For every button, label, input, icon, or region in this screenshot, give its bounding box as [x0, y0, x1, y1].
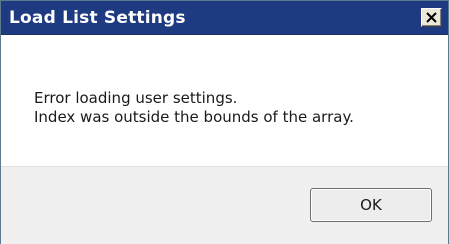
dialog-window: Load List Settings Error loading user se…: [0, 0, 449, 244]
error-message-line: Error loading user settings.: [34, 89, 238, 107]
close-button[interactable]: [421, 8, 442, 27]
dialog-title: Load List Settings: [9, 8, 186, 28]
error-message: Error loading user settings. Index was o…: [34, 89, 354, 127]
error-message-line: Index was outside the bounds of the arra…: [34, 108, 354, 126]
dialog-footer: OK: [1, 166, 448, 244]
close-icon: [426, 12, 437, 23]
ok-button[interactable]: OK: [310, 188, 432, 222]
dialog-content: Error loading user settings. Index was o…: [1, 35, 448, 166]
title-bar[interactable]: Load List Settings: [1, 1, 448, 35]
